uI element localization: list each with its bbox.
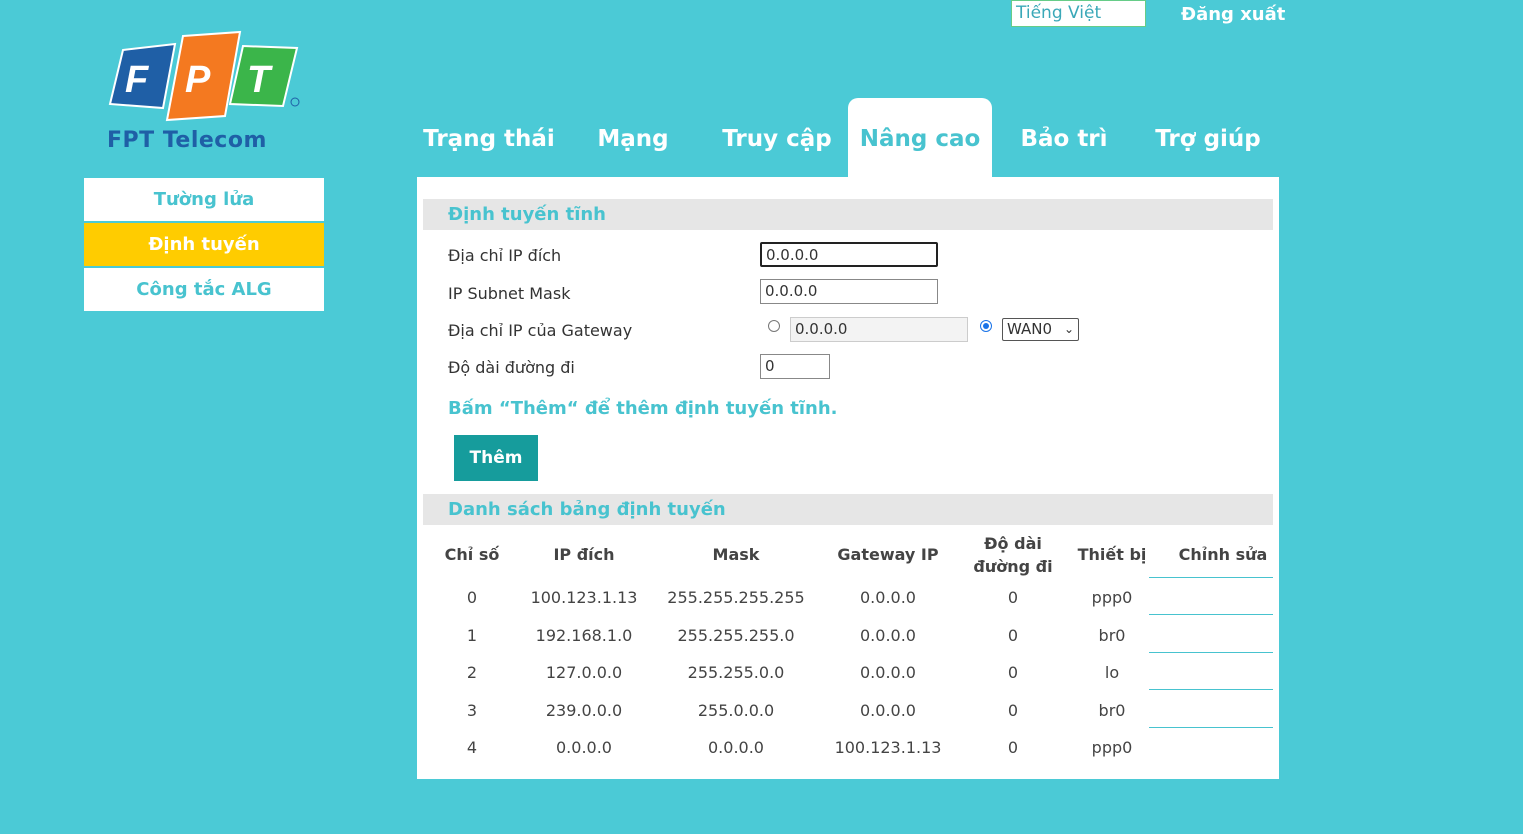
table-row-3-metric: 0 [1007, 701, 1019, 720]
gateway-ip-input[interactable]: 0.0.0.0 [790, 317, 968, 342]
tab-maintenance[interactable]: Bảo trì [992, 98, 1136, 177]
table-row-3-device: br0 [1098, 701, 1126, 720]
table-row-4-metric: 0 [1007, 738, 1019, 757]
table-row-3-mask: 255.0.0.0 [697, 701, 775, 720]
static-route-title: Định tuyến tĩnh [423, 199, 1273, 230]
language-select[interactable]: Tiếng Việt [1011, 0, 1146, 27]
table-row-1-gateway: 0.0.0.0 [860, 626, 916, 645]
logo-letter-f: F [125, 59, 150, 101]
table-row-0-gateway: 0.0.0.0 [860, 588, 916, 607]
col-header-dest: IP đích [553, 545, 615, 564]
table-row-2-mask: 255.255.0.0 [687, 663, 785, 682]
subnet-mask-label: IP Subnet Mask [448, 284, 571, 303]
tab-status[interactable]: Trạng thái [417, 98, 561, 177]
table-row-4-mask: 0.0.0.0 [708, 738, 764, 757]
metric-label: Độ dài đường đi [448, 358, 575, 377]
tab-access[interactable]: Truy cập [705, 98, 849, 177]
edit-cell-divider [1149, 652, 1273, 653]
sidebar-item-routing[interactable]: Định tuyến [84, 223, 324, 266]
table-row-1-dest: 192.168.1.0 [535, 626, 633, 645]
col-header-mask: Mask [712, 545, 760, 564]
col-header-index: Chỉ số [444, 545, 500, 564]
col-header-device: Thiết bị [1077, 545, 1147, 564]
gateway-interface-radio[interactable] [980, 320, 992, 332]
gateway-ip-radio[interactable] [768, 320, 780, 332]
col-header-metric-line1: Độ dài [984, 534, 1042, 553]
table-row-0-mask: 255.255.255.255 [667, 588, 805, 607]
dest-ip-label: Địa chỉ IP đích [448, 246, 562, 265]
table-row-1-mask: 255.255.255.0 [677, 626, 795, 645]
logo-letter-p: P [185, 59, 211, 101]
sidebar-item-firewall[interactable]: Tường lửa [84, 178, 324, 221]
table-row-3-gateway: 0.0.0.0 [860, 701, 916, 720]
table-row-2-gateway: 0.0.0.0 [860, 663, 916, 682]
subnet-mask-input[interactable]: 0.0.0.0 [760, 279, 938, 304]
tab-advanced[interactable]: Nâng cao [848, 98, 992, 177]
col-header-edit: Chỉnh sửa [1178, 545, 1268, 564]
table-row-2-device: lo [1104, 663, 1120, 682]
add-hint-text: Bấm “Thêm“ để thêm định tuyến tĩnh. [448, 398, 838, 419]
logo-caption: FPT Telecom [107, 128, 267, 153]
table-row-0-index: 0 [466, 588, 478, 607]
gateway-ip-label: Địa chỉ IP của Gateway [448, 321, 633, 340]
edit-cell-divider [1149, 689, 1273, 690]
interface-select[interactable]: WAN0 ⌄ [1002, 318, 1079, 341]
table-row-2-dest: 127.0.0.0 [545, 663, 623, 682]
table-row-1-device: br0 [1098, 626, 1126, 645]
tab-network[interactable]: Mạng [561, 98, 705, 177]
table-row-1-metric: 0 [1007, 626, 1019, 645]
metric-input[interactable]: 0 [760, 354, 830, 379]
col-header-metric-line2: đường đi [973, 557, 1053, 576]
add-button[interactable]: Thêm [454, 435, 538, 481]
table-row-1-index: 1 [466, 626, 478, 645]
edit-cell-divider [1149, 614, 1273, 615]
table-row-4-dest: 0.0.0.0 [556, 738, 612, 757]
table-row-0-dest: 100.123.1.13 [530, 588, 638, 607]
chevron-down-icon: ⌄ [1063, 322, 1074, 336]
table-row-2-index: 2 [466, 663, 478, 682]
table-row-0-device: ppp0 [1091, 588, 1133, 607]
logout-link[interactable]: Đăng xuất [1181, 4, 1285, 25]
tab-help[interactable]: Trợ giúp [1136, 98, 1280, 177]
table-row-2-metric: 0 [1007, 663, 1019, 682]
edit-cell-divider [1149, 727, 1273, 728]
dest-ip-input[interactable]: 0.0.0.0 [760, 242, 938, 267]
table-row-4-device: ppp0 [1091, 738, 1133, 757]
interface-select-value: WAN0 [1007, 320, 1053, 338]
sidebar-item-alg[interactable]: Công tắc ALG [84, 268, 324, 311]
route-table-title: Danh sách bảng định tuyến [423, 494, 1273, 525]
edit-cell-divider [1149, 577, 1273, 578]
table-row-3-dest: 239.0.0.0 [545, 701, 623, 720]
table-row-0-metric: 0 [1007, 588, 1019, 607]
table-row-4-gateway: 100.123.1.13 [834, 738, 942, 757]
col-header-gateway: Gateway IP [837, 545, 939, 564]
table-row-4-index: 4 [466, 738, 478, 757]
logo-letter-t: T [247, 59, 273, 101]
table-row-3-index: 3 [466, 701, 478, 720]
